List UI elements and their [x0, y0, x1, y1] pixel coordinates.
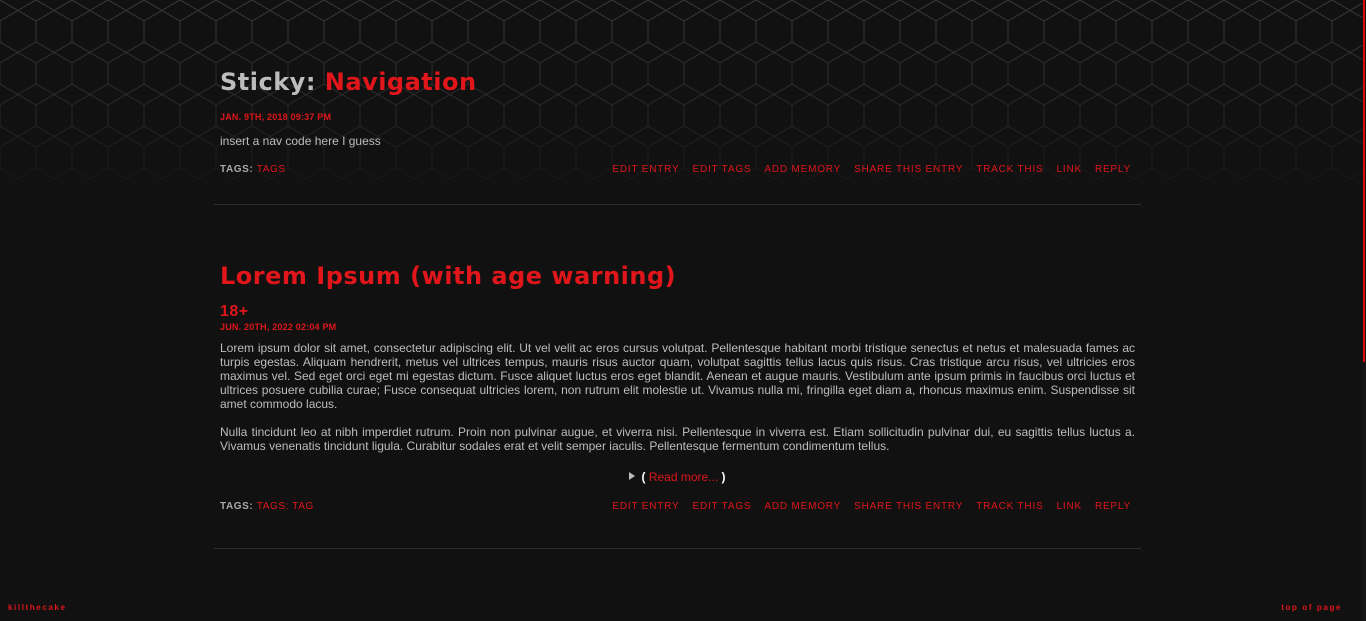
tags-label: TAGS: [220, 163, 254, 175]
edit-entry-link[interactable]: EDIT ENTRY [612, 501, 679, 512]
entry-meta: TAGS: TAGS EDIT ENTRY EDIT TAGS ADD MEMO… [220, 162, 1135, 176]
add-memory-link[interactable]: ADD MEMORY [764, 501, 841, 512]
entry-sticky: Sticky: Navigation JAN. 9TH, 2018 09:37 … [214, 0, 1141, 176]
age-warning-label: 18+ [220, 303, 249, 320]
entry-paragraph: insert a nav code here I guess [220, 134, 381, 148]
entry-lorem: Lorem Ipsum (with age warning) 18+ JUN. … [214, 205, 1141, 513]
tag-link[interactable]: TAGS: TAG [257, 501, 314, 512]
entries-container: Sticky: Navigation JAN. 9TH, 2018 09:37 … [214, 0, 1141, 549]
entry-title-link[interactable]: Lorem Ipsum (with age warning) [220, 262, 676, 290]
read-more-link[interactable]: Read more... [649, 470, 718, 484]
share-entry-link[interactable]: SHARE THIS ENTRY [854, 501, 963, 512]
entry-tags: TAGS: TAGS: TAG [220, 501, 314, 512]
reply-link[interactable]: REPLY [1095, 164, 1131, 175]
scrollbar-thumb[interactable] [1363, 0, 1365, 362]
permalink-link[interactable]: LINK [1057, 164, 1082, 175]
entry-actions: EDIT ENTRY EDIT TAGS ADD MEMORY SHARE TH… [612, 501, 1135, 512]
entry-title: Sticky: Navigation [220, 67, 1135, 97]
entry-divider [214, 548, 1141, 549]
entry-title: Lorem Ipsum (with age warning) [220, 261, 1135, 291]
read-more-open: ( [641, 470, 646, 484]
entry-paragraph: Lorem ipsum dolor sit amet, consectetur … [220, 341, 1135, 411]
reply-link[interactable]: REPLY [1095, 501, 1131, 512]
edit-tags-link[interactable]: EDIT TAGS [692, 164, 751, 175]
permalink-link[interactable]: LINK [1057, 501, 1082, 512]
entry-body: Lorem ipsum dolor sit amet, consectetur … [220, 341, 1135, 453]
site-name-link[interactable]: killthecake [8, 603, 67, 612]
tag-link[interactable]: TAGS [257, 164, 286, 175]
entry-paragraph: Nulla tincidunt leo at nibh imperdiet ru… [220, 425, 1135, 453]
entry-actions: EDIT ENTRY EDIT TAGS ADD MEMORY SHARE TH… [612, 164, 1135, 175]
entry-date[interactable]: JAN. 9TH, 2018 09:37 PM [220, 111, 1135, 123]
sticky-prefix: Sticky: [220, 68, 316, 96]
read-more-close: ) [721, 470, 726, 484]
tags-label: TAGS: [220, 500, 254, 512]
triangle-right-icon [629, 472, 636, 480]
entry-tags: TAGS: TAGS [220, 164, 286, 175]
read-more-toggle[interactable]: ( Read more... ) [220, 470, 1135, 484]
entry-body: insert a nav code here I guess [220, 134, 1135, 148]
entry-title-link[interactable]: Navigation [325, 68, 477, 96]
entry-date[interactable]: JUN. 20TH, 2022 02:04 PM [220, 321, 1135, 333]
track-this-link[interactable]: TRACK THIS [976, 501, 1043, 512]
add-memory-link[interactable]: ADD MEMORY [764, 164, 841, 175]
edit-tags-link[interactable]: EDIT TAGS [692, 501, 751, 512]
top-of-page-link[interactable]: top of page [1281, 603, 1342, 612]
edit-entry-link[interactable]: EDIT ENTRY [612, 164, 679, 175]
entry-meta: TAGS: TAGS: TAG EDIT ENTRY EDIT TAGS ADD… [220, 499, 1135, 513]
track-this-link[interactable]: TRACK THIS [976, 164, 1043, 175]
share-entry-link[interactable]: SHARE THIS ENTRY [854, 164, 963, 175]
